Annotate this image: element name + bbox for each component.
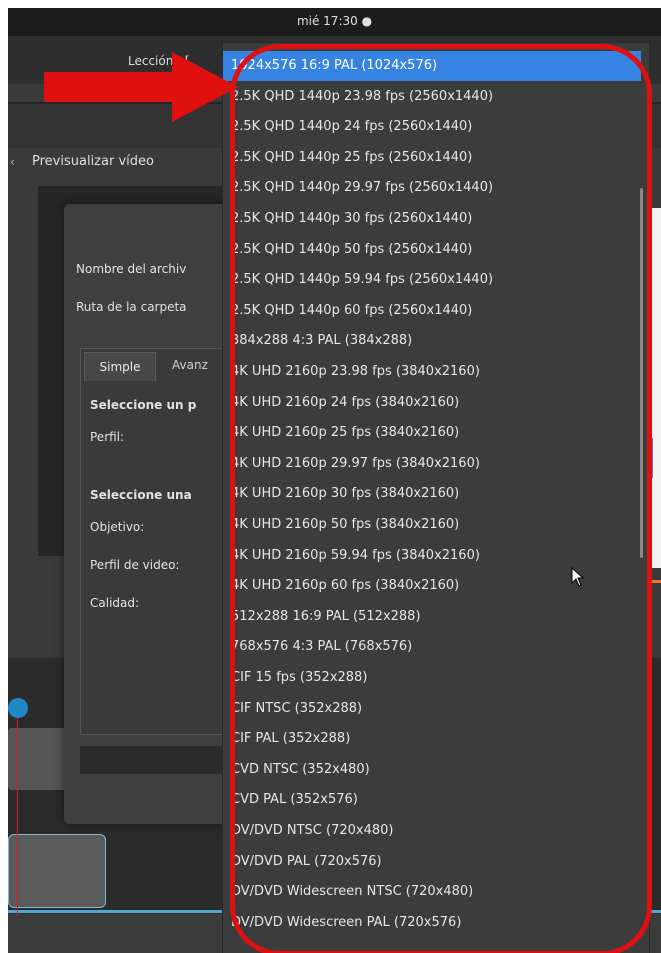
dropdown-scrollbar[interactable] [640,188,643,558]
folder-path-label: Ruta de la carpeta [76,300,187,314]
dropdown-item[interactable]: 2.5K QHD 1440p 60 fps (2560x1440) [223,296,641,326]
dropdown-item[interactable]: 384x288 4:3 PAL (384x288) [223,326,641,356]
profile-label: Perfil: [90,430,125,444]
dropdown-item[interactable]: 2.5K QHD 1440p 25 fps (2560x1440) [223,143,641,173]
profile-dropdown-list[interactable]: 1024x576 16:9 PAL (1024x576) 2.5K QHD 144… [222,42,650,953]
dropdown-item[interactable]: 4K UHD 2160p 23.98 fps (3840x2160) [223,357,641,387]
dropdown-item[interactable]: CVD NTSC (352x480) [223,755,641,785]
dropdown-item[interactable]: 2.5K QHD 1440p 24 fps (2560x1440) [223,112,641,142]
dropdown-item[interactable]: 4K UHD 2160p 25 fps (3840x2160) [223,418,641,448]
dropdown-item[interactable]: 2.5K QHD 1440p 23.98 fps (2560x1440) [223,82,641,112]
tab-simple[interactable]: Simple [84,352,156,381]
file-name-label: Nombre del archiv [76,262,187,276]
system-clock[interactable]: mié 17:30 ● [8,14,661,28]
dropdown-item[interactable]: 4K UHD 2160p 29.97 fps (3840x2160) [223,449,641,479]
dropdown-item[interactable]: 2.5K QHD 1440p 50 fps (2560x1440) [223,235,641,265]
target-label: Objetivo: [90,520,145,534]
dropdown-item[interactable]: CVD PAL (352x576) [223,785,641,815]
playhead-handle-icon[interactable] [8,698,28,718]
preview-panel-title: Previsualizar vídeo [32,154,154,169]
dropdown-item[interactable]: DV/DVD Widescreen PAL (720x576) [223,908,641,938]
system-top-bar: mié 17:30 ● [8,8,661,36]
select-target-heading: Seleccione una [90,488,192,502]
mouse-pointer-icon [571,567,585,587]
window-title: Lección1 [ [128,54,190,68]
dropdown-item[interactable]: 1024x576 16:9 PAL (1024x576) [223,51,641,81]
quality-label: Calidad: [90,596,140,610]
dropdown-item[interactable]: 512x288 16:9 PAL (512x288) [223,602,641,632]
dropdown-item[interactable]: DV/DVD PAL (720x576) [223,847,641,877]
dropdown-item[interactable]: 4K UHD 2160p 50 fps (3840x2160) [223,510,641,540]
collapse-chevron-icon[interactable]: ‹ [10,155,15,169]
desktop-screen: mié 17:30 ● Lección1 [ ‹ Previsualizar v… [8,8,661,953]
dropdown-item[interactable]: 4K UHD 2160p 30 fps (3840x2160) [223,479,641,509]
dropdown-item[interactable]: CIF 15 fps (352x288) [223,663,641,693]
dropdown-item[interactable]: CIF PAL (352x288) [223,724,641,754]
select-profile-heading: Seleccione un p [90,398,197,412]
video-profile-label: Perfil de video: [90,558,180,572]
timeline-clip[interactable] [8,834,106,908]
side-panel-graph-line [652,438,661,478]
playhead-line [17,716,18,916]
dialog-progress-bar [80,746,240,774]
dropdown-item[interactable]: 2.5K QHD 1440p 30 fps (2560x1440) [223,204,641,234]
dropdown-item[interactable]: CIF NTSC (352x288) [223,694,641,724]
tab-advanced[interactable]: Avanz [172,358,208,372]
dropdown-item[interactable]: 768x576 4:3 PAL (768x576) [223,632,641,662]
dropdown-item[interactable]: 4K UHD 2160p 24 fps (3840x2160) [223,388,641,418]
dropdown-item[interactable]: DV/DVD Widescreen NTSC (720x480) [223,877,641,907]
dropdown-item[interactable]: 2.5K QHD 1440p 59.94 fps (2560x1440) [223,265,641,295]
dropdown-item[interactable]: DV/DVD NTSC (720x480) [223,816,641,846]
dropdown-item[interactable]: 2.5K QHD 1440p 29.97 fps (2560x1440) [223,173,641,203]
